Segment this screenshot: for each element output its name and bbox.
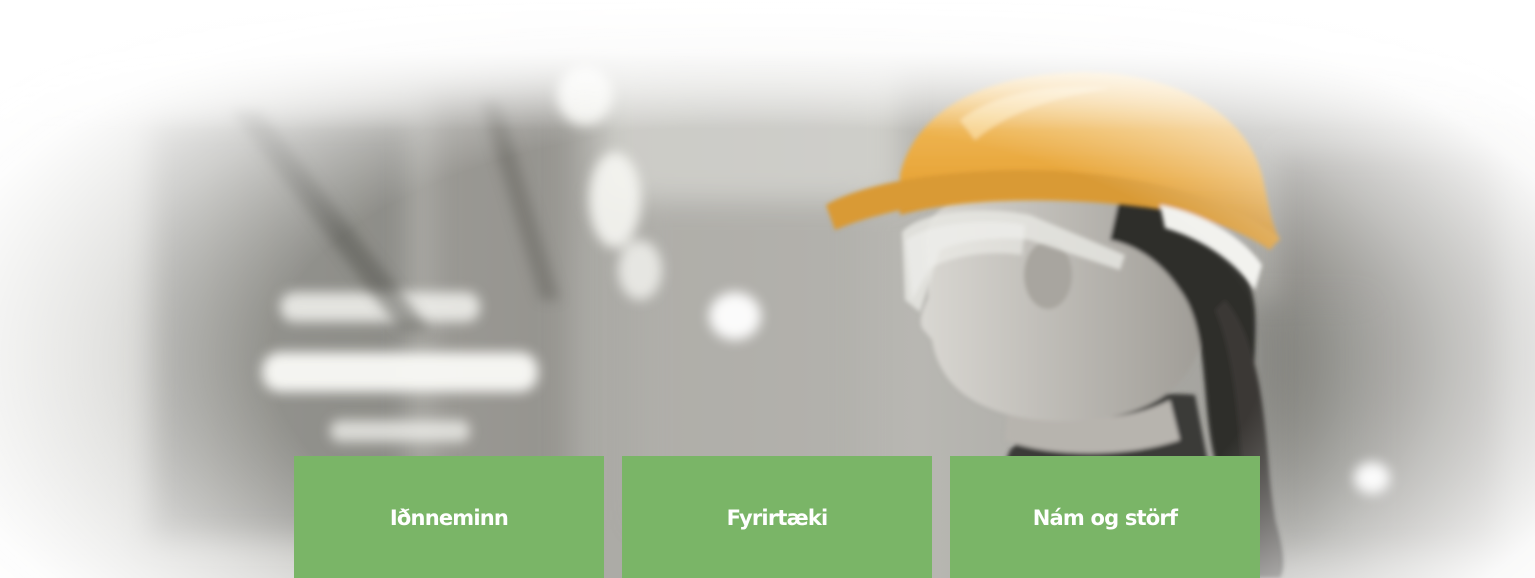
hero-banner: Iðnneminn Fyrirtæki Nám og störf [0, 0, 1535, 578]
tile-label: Nám og störf [1032, 506, 1178, 530]
category-tiles: Iðnneminn Fyrirtæki Nám og störf [294, 456, 1260, 578]
tile-idnneminn[interactable]: Iðnneminn [294, 456, 604, 578]
tile-label: Iðnneminn [389, 506, 509, 530]
tile-nam-og-storf[interactable]: Nám og störf [950, 456, 1260, 578]
tile-label: Fyrirtæki [726, 506, 829, 530]
tile-fyrirtaeki[interactable]: Fyrirtæki [622, 456, 932, 578]
